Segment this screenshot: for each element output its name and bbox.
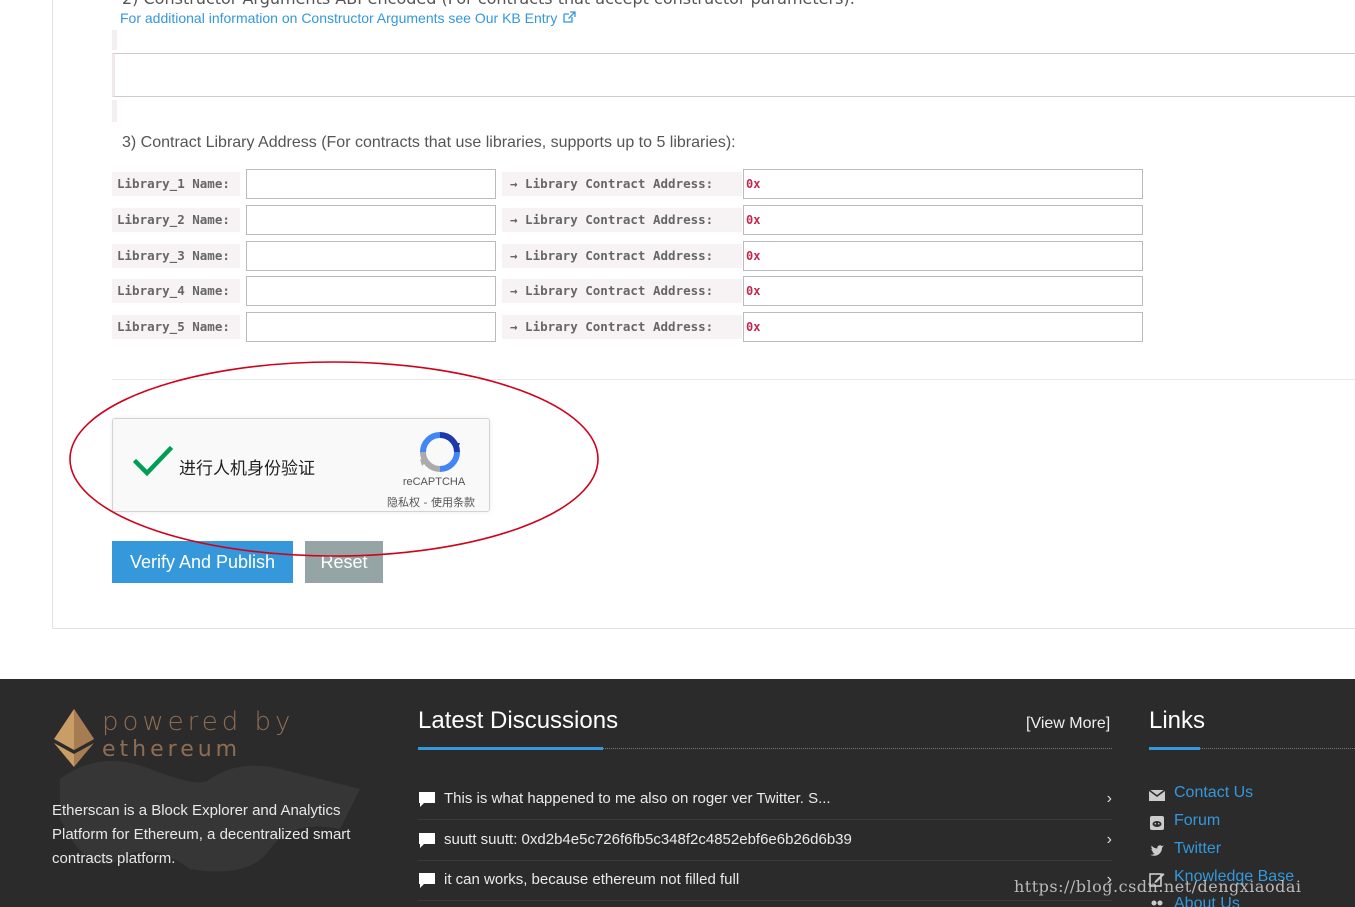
library-address-label: → Library Contract Address: (502, 172, 742, 196)
recaptcha-brand: reCAPTCHA (402, 476, 466, 488)
comment-icon (419, 792, 435, 807)
constructor-args-heading: 2) Constructor Arguments ABI-encoded (Fo… (122, 0, 855, 8)
library-address-label: → Library Contract Address: (502, 315, 742, 339)
library-name-label: Library_5 Name: (112, 315, 240, 339)
divider (112, 379, 1355, 380)
discussions-title-underline (418, 747, 603, 750)
library-address-input[interactable]: 0x (743, 241, 1143, 271)
watermark: https://blog.csdn.net/dengxiaodai (1014, 877, 1302, 896)
recaptcha-widget[interactable]: 进行人机身份验证 reCAPTCHA 隐私权 - 使用条款 (112, 418, 490, 512)
library-name-input[interactable] (246, 169, 496, 199)
footer: powered by ethereum Etherscan is a Block… (0, 679, 1355, 907)
discussion-text[interactable]: This is what happened to me also on roge… (444, 790, 831, 807)
library-address-label: → Library Contract Address: (502, 244, 742, 268)
footer-link-label[interactable]: Twitter (1174, 840, 1221, 858)
library-address-input[interactable]: 0x (743, 169, 1143, 199)
library-name-label: Library_4 Name: (112, 279, 240, 303)
library-address-input[interactable]: 0x (743, 276, 1143, 306)
recaptcha-terms-link[interactable]: 隐私权 - 使用条款 (375, 494, 475, 510)
recaptcha-label: 进行人机身份验证 (179, 459, 315, 479)
discussion-item[interactable]: This is what happened to me also on roge… (418, 779, 1112, 820)
discussion-text[interactable]: it can works, because ethereum not fille… (444, 871, 739, 888)
recaptcha-logo-icon (420, 432, 460, 472)
library-row: Library_3 Name: → Library Contract Addre… (112, 241, 1144, 271)
ethereum-logo-icon (54, 709, 94, 767)
powered-by-text: powered by (102, 707, 295, 737)
latest-discussions-title: Latest Discussions (418, 707, 619, 734)
reddit-icon (1150, 816, 1164, 830)
library-address-label: → Library Contract Address: (502, 208, 742, 232)
textarea-indicator-bottom (112, 100, 117, 122)
discussion-item[interactable]: it can works, because ethereum not fille… (418, 860, 1112, 901)
footer-link-label[interactable]: About Us (1174, 895, 1240, 907)
chevron-right-icon: › (1106, 831, 1112, 848)
verify-and-publish-button[interactable]: Verify And Publish (112, 541, 293, 583)
footer-link-label[interactable]: Contact Us (1174, 784, 1253, 802)
discussion-item[interactable]: suutt suutt: 0xd2b4e5c726f6fb5c348f2c485… (418, 820, 1112, 861)
discussion-text[interactable]: suutt suutt: 0xd2b4e5c726f6fb5c348f2c485… (444, 831, 852, 848)
library-address-input[interactable]: 0x (743, 312, 1143, 342)
library-row: Library_4 Name: → Library Contract Addre… (112, 276, 1144, 306)
comment-icon (419, 873, 435, 888)
users-icon (1151, 900, 1163, 906)
footer-about-text: Etherscan is a Block Explorer and Analyt… (52, 802, 351, 867)
view-more-link[interactable]: [View More] (1026, 715, 1110, 733)
library-name-input[interactable] (246, 312, 496, 342)
checkmark-icon[interactable] (133, 445, 173, 479)
textarea-indicator-top (112, 30, 117, 50)
links-title: Links (1149, 707, 1206, 734)
kb-entry-link[interactable]: For additional information on Constructo… (120, 10, 576, 26)
ethereum-text: ethereum (102, 737, 242, 762)
links-title-underline (1149, 747, 1200, 750)
library-name-label: Library_2 Name: (112, 208, 240, 232)
reset-button[interactable]: Reset (305, 541, 383, 583)
chevron-right-icon: › (1106, 790, 1112, 807)
twitter-icon (1150, 845, 1164, 856)
library-row: Library_2 Name: → Library Contract Addre… (112, 205, 1144, 235)
library-address-input[interactable]: 0x (743, 205, 1143, 235)
library-name-input[interactable] (246, 241, 496, 271)
footer-link-label[interactable]: Forum (1174, 812, 1220, 830)
library-name-input[interactable] (246, 276, 496, 306)
library-row: Library_5 Name: → Library Contract Addre… (112, 312, 1144, 342)
external-link-icon (559, 11, 576, 26)
library-address-label: → Library Contract Address: (502, 279, 742, 303)
envelope-icon (1149, 789, 1165, 801)
library-heading: 3) Contract Library Address (For contrac… (122, 134, 736, 151)
library-name-label: Library_3 Name: (112, 244, 240, 268)
library-row: Library_1 Name: → Library Contract Addre… (112, 169, 1144, 199)
kb-entry-link-text[interactable]: For additional information on Constructo… (120, 10, 557, 26)
constructor-args-textarea[interactable] (112, 53, 1355, 97)
library-name-label: Library_1 Name: (112, 172, 240, 196)
comment-icon (419, 833, 435, 848)
library-name-input[interactable] (246, 205, 496, 235)
